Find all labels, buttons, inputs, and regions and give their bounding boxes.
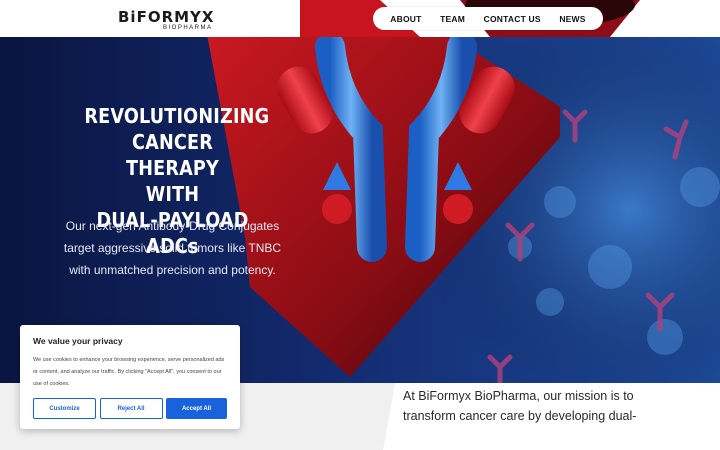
main-nav: ABOUT TEAM CONTACT US NEWS — [373, 7, 603, 30]
cookie-title: We value your privacy — [33, 336, 123, 346]
mission-line: At BiFormyx BioPharma, our mission is to — [403, 389, 634, 403]
hero-subtitle: Our next-gen Antibody-Drug Conjugates ta… — [60, 215, 285, 281]
cookie-buttons: Customize Reject All Accept All — [33, 398, 227, 419]
mission-text: At BiFormyx BioPharma, our mission is to… — [403, 386, 663, 426]
hero-title-line: REVOLUTIONIZING — [84, 104, 270, 128]
nav-about[interactable]: ABOUT — [390, 14, 421, 24]
site-header: BiFORMYX BIOPHARMA ABOUT TEAM CONTACT US… — [0, 0, 720, 37]
customize-button[interactable]: Customize — [33, 398, 96, 419]
cookie-consent-banner: We value your privacy We use cookies to … — [20, 325, 240, 429]
nav-team[interactable]: TEAM — [440, 14, 465, 24]
logo[interactable]: BiFORMYX BIOPHARMA — [118, 6, 218, 34]
hero-title-line: WITH — [145, 182, 200, 206]
hero-subtitle-line: Our next-gen Antibody-Drug Conjugates — [65, 219, 280, 233]
accept-all-button[interactable]: Accept All — [166, 398, 227, 419]
cookie-text: We use cookies to enhance your browsing … — [33, 357, 225, 387]
hero-subtitle-line: target aggressive solid tumors like TNBC — [63, 241, 282, 255]
mission-line: transform cancer care by developing dual… — [403, 409, 637, 423]
nav-contact-us[interactable]: CONTACT US — [484, 14, 541, 24]
nav-news[interactable]: NEWS — [559, 14, 585, 24]
logo-text: BiFORMYX — [118, 8, 215, 26]
hero-subtitle-line: with unmatched precision and potency. — [69, 263, 276, 277]
hero-title-line: CANCER THERAPY — [126, 130, 219, 180]
reject-all-button[interactable]: Reject All — [99, 398, 163, 419]
logo-subtext: BIOPHARMA — [163, 25, 213, 31]
